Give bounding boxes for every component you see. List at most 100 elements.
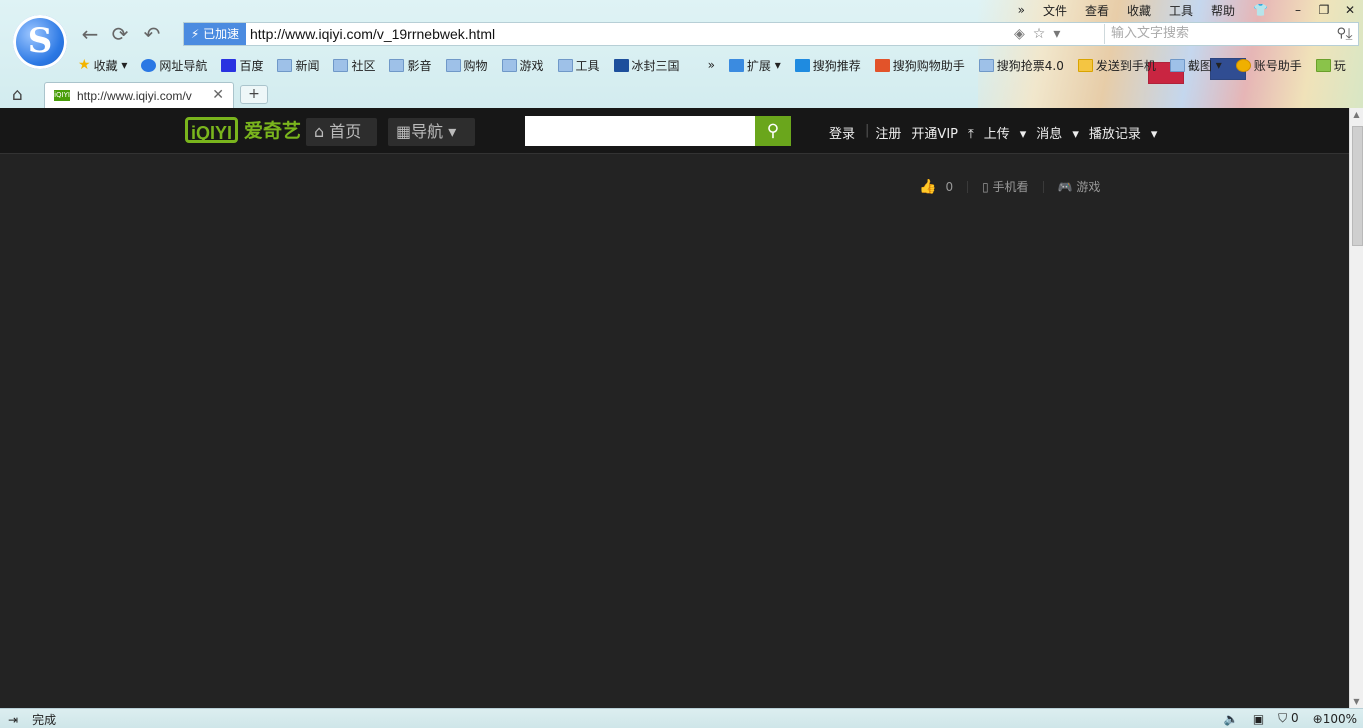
bookmark-extensions[interactable]: 扩展 ▾: [728, 57, 781, 74]
bookmark-game[interactable]: 冰封三国: [613, 57, 680, 74]
scroll-thumb[interactable]: [1352, 126, 1363, 246]
menu-favorites[interactable]: 收藏: [1127, 2, 1151, 19]
bookmark-label: 网址导航: [159, 58, 208, 73]
bookmark-nav[interactable]: 网址导航: [141, 57, 207, 74]
close-icon[interactable]: ✕: [1337, 3, 1363, 17]
bookmark-screenshot[interactable]: 截图 ▾: [1169, 57, 1222, 74]
divider: |: [865, 123, 870, 138]
iqiyi-logo[interactable]: iQIYI 爱奇艺: [185, 116, 301, 143]
minimize-icon[interactable]: –: [1285, 3, 1311, 17]
address-bar[interactable]: ⚡ 已加速 http://www.iqiyi.com/v_19rrnebwek.…: [183, 22, 1359, 46]
bookmark-tickets[interactable]: 搜狗抢票4.0: [978, 57, 1064, 74]
bookmark-label: 收藏: [93, 58, 118, 73]
bookmark-label: 搜狗抢票4.0: [996, 58, 1064, 73]
bookmark-play[interactable]: 玩: [1315, 57, 1346, 74]
upload-label: 上传: [983, 127, 1010, 142]
home-icon: ⌂: [314, 122, 325, 141]
bookmark-folder-shopping[interactable]: 购物: [445, 57, 488, 74]
search-icon: ⚲: [766, 121, 780, 141]
bookmark-label: 账号助手: [1253, 58, 1302, 73]
bookmark-shopping-assistant[interactable]: 搜狗购物助手: [874, 57, 965, 74]
bookmark-send-phone[interactable]: 发送到手机: [1077, 57, 1156, 74]
menu-view[interactable]: 查看: [1085, 2, 1109, 19]
bookmarks-overflow[interactable]: »: [708, 58, 715, 72]
bookmark-folder-media[interactable]: 影音: [389, 57, 432, 74]
refresh-icon[interactable]: ⟳: [108, 22, 132, 46]
tab-iqiyi[interactable]: iQIYI http://www.iqiyi.com/v ✕: [44, 82, 234, 108]
more-chevron-icon[interactable]: »: [1018, 3, 1025, 17]
bookmark-folder-news[interactable]: 新闻: [277, 57, 319, 74]
folder-icon: [277, 58, 293, 72]
messages-menu[interactable]: 消息 ▾: [1036, 123, 1079, 142]
skin-icon[interactable]: 👕: [1253, 3, 1268, 17]
nav-dropdown[interactable]: ▦导航 ▾: [388, 118, 475, 146]
scroll-up-icon[interactable]: ▲: [1352, 110, 1361, 119]
menu-file[interactable]: 文件: [1043, 2, 1067, 19]
browser-chrome: S ← ⟳ ↶ ⚡ 已加速 http://www.iqiyi.com/v_19r…: [0, 0, 1363, 108]
bookmark-label: 搜狗推荐: [812, 58, 861, 73]
logo-cn: 爱奇艺: [244, 120, 302, 142]
chevron-down-icon[interactable]: ▾: [1053, 26, 1068, 42]
url-text[interactable]: http://www.iqiyi.com/v_19rrnebwek.html: [250, 26, 495, 42]
register-link[interactable]: 注册: [875, 123, 901, 142]
upload-menu[interactable]: ⤒ 上传 ▾: [968, 123, 1026, 142]
key-icon: [1235, 58, 1251, 72]
bookmark-label: 冰封三国: [631, 58, 680, 73]
folder-icon: [501, 58, 517, 72]
shopping-icon: [874, 58, 890, 72]
bookmark-label: 影音: [407, 58, 432, 73]
search-button[interactable]: ⚲: [755, 116, 791, 146]
star-icon[interactable]: ☆: [1033, 26, 1054, 42]
shield-icon[interactable]: ◈: [1014, 26, 1033, 42]
folder-icon: [557, 58, 573, 72]
thumbs-up-icon[interactable]: 👍: [919, 179, 936, 195]
shield-icon[interactable]: ⛉ 0: [1278, 711, 1298, 726]
mobile-watch[interactable]: ▯ 手机看: [982, 178, 1028, 195]
bookmark-label: 搜狗购物助手: [892, 58, 965, 73]
grid-icon: [728, 58, 744, 72]
sidebar-toggle-icon[interactable]: ⇥: [8, 713, 18, 727]
sogou-logo: S: [13, 15, 67, 69]
bookmark-folder-games[interactable]: 游戏: [501, 57, 544, 74]
bookmark-favorites[interactable]: ★ 收藏 ▾: [78, 57, 127, 74]
vip-link[interactable]: 开通VIP: [911, 123, 958, 142]
site-search-input[interactable]: [525, 116, 755, 146]
menu-tools[interactable]: 工具: [1169, 2, 1193, 19]
home-icon[interactable]: ⌂: [12, 85, 23, 105]
home-button[interactable]: ⌂ 首页: [306, 118, 377, 146]
mobile-label: 手机看: [992, 180, 1029, 194]
bookmark-recommend[interactable]: 搜狗推荐: [794, 57, 861, 74]
back-arrow-icon[interactable]: ←: [78, 22, 102, 46]
star-icon: ★: [78, 57, 91, 73]
folder-icon: [333, 58, 349, 72]
bookmark-baidu[interactable]: 百度: [221, 57, 263, 74]
games-link[interactable]: 🎮 游戏: [1058, 178, 1101, 195]
close-icon[interactable]: ✕: [212, 87, 224, 103]
bookmark-folder-community[interactable]: 社区: [333, 57, 375, 74]
login-link[interactable]: 登录: [829, 123, 855, 142]
bookmark-account[interactable]: 账号助手: [1235, 57, 1302, 74]
search-input[interactable]: 输入文字搜索 ⚲: [1104, 24, 1356, 44]
undo-icon[interactable]: ↶: [140, 22, 164, 46]
zoom-icon: ⊕: [1312, 711, 1323, 726]
new-tab-button[interactable]: +: [240, 85, 268, 104]
menu-help[interactable]: 帮助: [1211, 2, 1235, 19]
grid-icon: ▦: [396, 122, 412, 141]
restore-icon[interactable]: ❐: [1311, 3, 1337, 17]
zoom-control[interactable]: ⊕100%: [1313, 712, 1357, 726]
bookmark-label: 发送到手机: [1095, 58, 1156, 73]
window-icon[interactable]: ▣: [1253, 712, 1264, 726]
accel-label: 已加速: [203, 27, 240, 41]
vertical-scrollbar[interactable]: ▲ ▼: [1349, 108, 1363, 708]
bookmark-label: 截图: [1187, 58, 1212, 73]
play-icon: [1315, 58, 1331, 72]
address-bar-icons[interactable]: ◈☆▾: [1014, 26, 1068, 42]
bookmark-folder-tools[interactable]: 工具: [557, 57, 600, 74]
scroll-down-icon[interactable]: ▼: [1352, 697, 1361, 706]
menu-bar: » 文件 查看 收藏 工具 帮助 👕 – ❐ ✕: [1009, 0, 1363, 20]
download-icon[interactable]: ⤓: [1337, 22, 1361, 46]
speaker-icon[interactable]: 🔈: [1224, 712, 1239, 726]
accelerated-badge[interactable]: ⚡ 已加速: [184, 23, 246, 45]
history-label: 播放记录: [1088, 127, 1141, 142]
history-menu[interactable]: 播放记录 ▾: [1089, 123, 1158, 142]
